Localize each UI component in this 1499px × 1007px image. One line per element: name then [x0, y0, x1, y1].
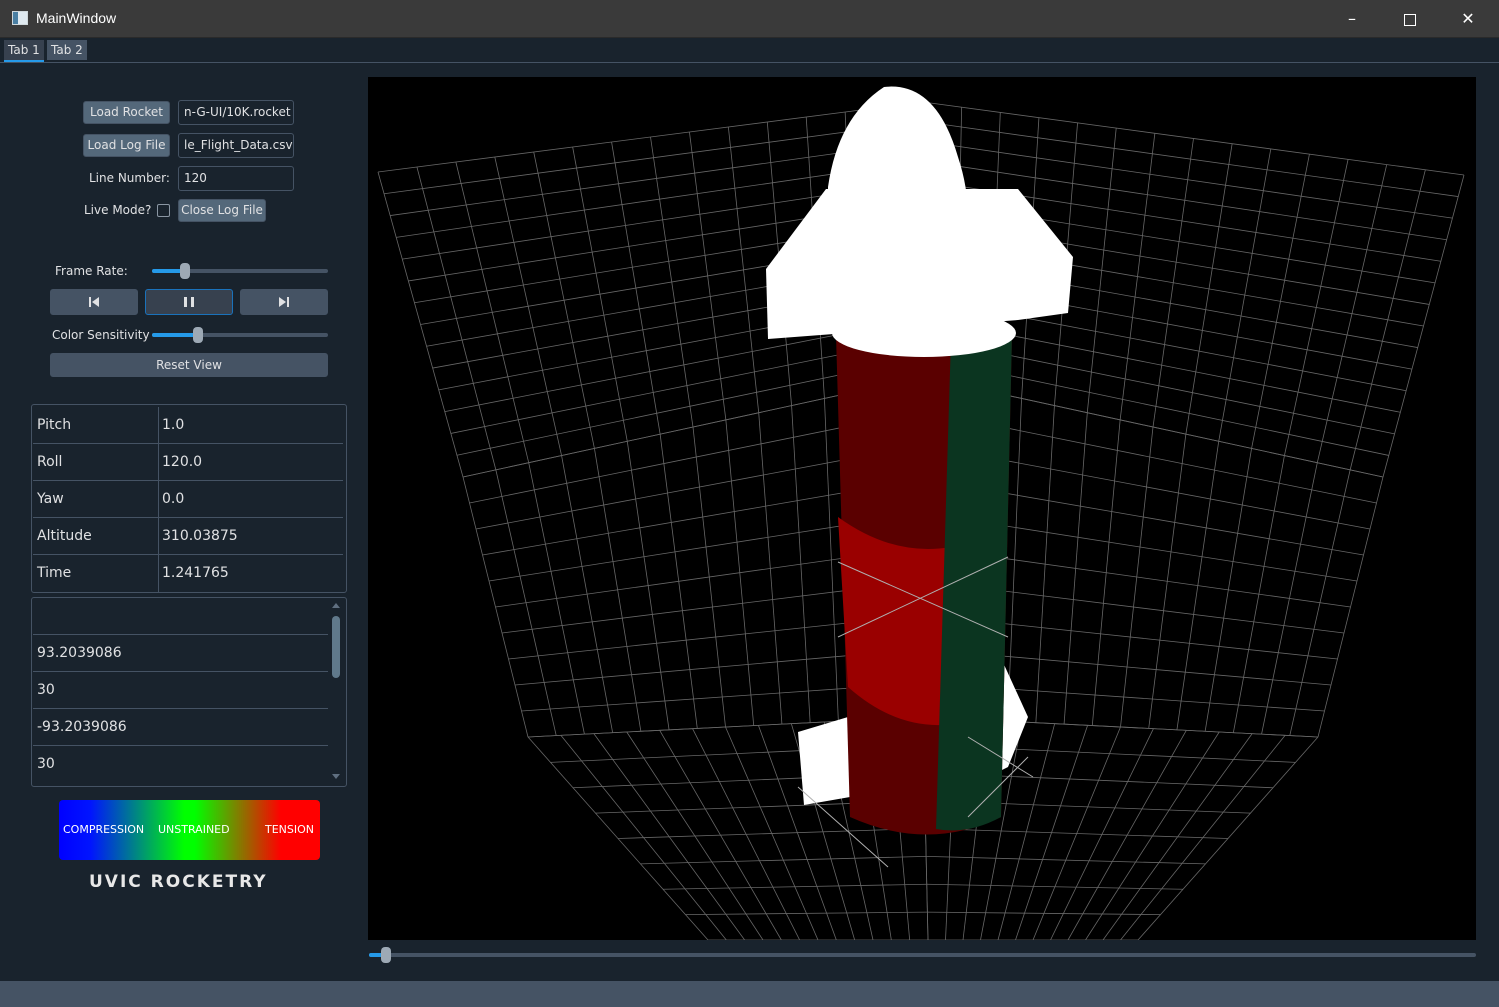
table-row[interactable]: Altitude 310.03875	[33, 518, 343, 555]
frame-rate-label: Frame Rate:	[55, 264, 128, 278]
scrollbar[interactable]	[330, 598, 342, 786]
scrollbar-handle	[332, 616, 340, 678]
pause-icon	[184, 297, 194, 307]
frame-rate-slider-handle[interactable]	[180, 263, 190, 279]
close-log-button[interactable]: Close Log File	[178, 199, 266, 222]
window-title: MainWindow	[36, 10, 117, 26]
roll-value: 120.0	[162, 454, 203, 470]
time-key: Time	[37, 565, 72, 581]
grid-line	[922, 101, 1465, 176]
grid-line	[922, 121, 1459, 197]
log-path-field[interactable]: le_Flight_Data.csv	[178, 133, 294, 158]
line-number-label: Line Number:	[89, 171, 170, 185]
skip-back-button[interactable]	[50, 289, 138, 315]
timeline-slider-handle[interactable]	[381, 947, 391, 963]
title-bar: MainWindow – ✕	[0, 0, 1499, 38]
load-log-button[interactable]: Load Log File	[83, 134, 170, 157]
table-row[interactable]: Time 1.241765	[33, 555, 343, 592]
app-icon	[12, 11, 28, 25]
skip-back-icon	[89, 297, 99, 307]
rocket-body-cap	[832, 309, 1016, 357]
rocket-nose-cone	[828, 86, 968, 217]
close-icon[interactable]: ✕	[1439, 0, 1497, 38]
grid-line	[926, 883, 1184, 890]
rocket-path-field[interactable]: n-G-UI/10K.rocket	[178, 100, 294, 125]
list-item-text: 93.2039086	[37, 645, 122, 661]
uvic-rocketry-logo: UVIC ROCKETRY	[89, 872, 268, 892]
unstrained-label: UNSTRAINED	[158, 823, 230, 836]
grid-line	[662, 883, 927, 890]
telemetry-table: Pitch 1.0 Roll 120.0 Yaw 0.0 Altitude 310.03…	[31, 404, 347, 593]
timeline-slider[interactable]	[369, 953, 1476, 957]
list-item-text: 30	[37, 756, 55, 772]
table-row[interactable]: Pitch 1.0	[33, 407, 343, 444]
list-item[interactable]: -93.2039086	[33, 709, 328, 746]
color-sensitivity-slider-handle[interactable]	[193, 327, 203, 343]
list-item-text: 30	[37, 682, 55, 698]
list-item[interactable]: 30	[33, 672, 328, 709]
skip-forward-button[interactable]	[240, 289, 328, 315]
list-item-text: -93.2039086	[37, 719, 127, 735]
tension-label: TENSION	[265, 823, 315, 836]
load-rocket-button[interactable]: Load Rocket	[83, 101, 170, 124]
altitude-key: Altitude	[37, 528, 92, 544]
strain-color-legend: COMPRESSION UNSTRAINED TENSION	[59, 800, 320, 860]
table-row[interactable]: Yaw 0.0	[33, 481, 343, 518]
minimize-icon[interactable]: –	[1323, 0, 1381, 38]
strain-list[interactable]: 93.2039086 30 -93.2039086 30	[31, 597, 347, 787]
live-mode-checkbox[interactable]	[157, 204, 170, 217]
pitch-key: Pitch	[37, 417, 72, 433]
altitude-value: 310.03875	[162, 528, 238, 544]
list-item[interactable]: 30	[33, 746, 328, 783]
grid-line	[926, 855, 1206, 865]
yaw-value: 0.0	[162, 491, 185, 507]
compression-label: COMPRESSION	[63, 823, 145, 836]
skip-forward-icon	[279, 297, 289, 307]
tab-1[interactable]: Tab 1	[4, 40, 44, 62]
tab-bar: Tab 1 Tab 2	[0, 38, 1499, 63]
pitch-value: 1.0	[162, 417, 185, 433]
list-item[interactable]: 93.2039086	[33, 635, 328, 672]
frame-rate-slider[interactable]	[152, 269, 328, 273]
line-number-field[interactable]: 120	[178, 166, 294, 191]
live-mode-label: Live Mode?	[84, 203, 152, 217]
rocket-3d-scene[interactable]	[368, 77, 1476, 940]
scroll-up-icon	[332, 603, 340, 608]
tab-2[interactable]: Tab 2	[47, 40, 87, 60]
color-sensitivity-slider[interactable]	[152, 333, 328, 337]
status-bar	[0, 981, 1499, 1007]
color-sensitivity-label: Color Sensitivity	[52, 328, 150, 342]
table-row[interactable]: Roll 120.0	[33, 444, 343, 481]
time-value: 1.241765	[162, 565, 229, 581]
pause-button[interactable]	[145, 289, 233, 315]
roll-key: Roll	[37, 454, 63, 470]
maximize-icon[interactable]	[1381, 0, 1439, 38]
rocket-fin-left	[798, 717, 850, 805]
reset-view-button[interactable]: Reset View	[50, 353, 328, 377]
scroll-down-icon	[332, 774, 340, 779]
3d-viewport[interactable]	[368, 77, 1476, 940]
list-item[interactable]	[33, 598, 328, 635]
yaw-key: Yaw	[37, 491, 64, 507]
